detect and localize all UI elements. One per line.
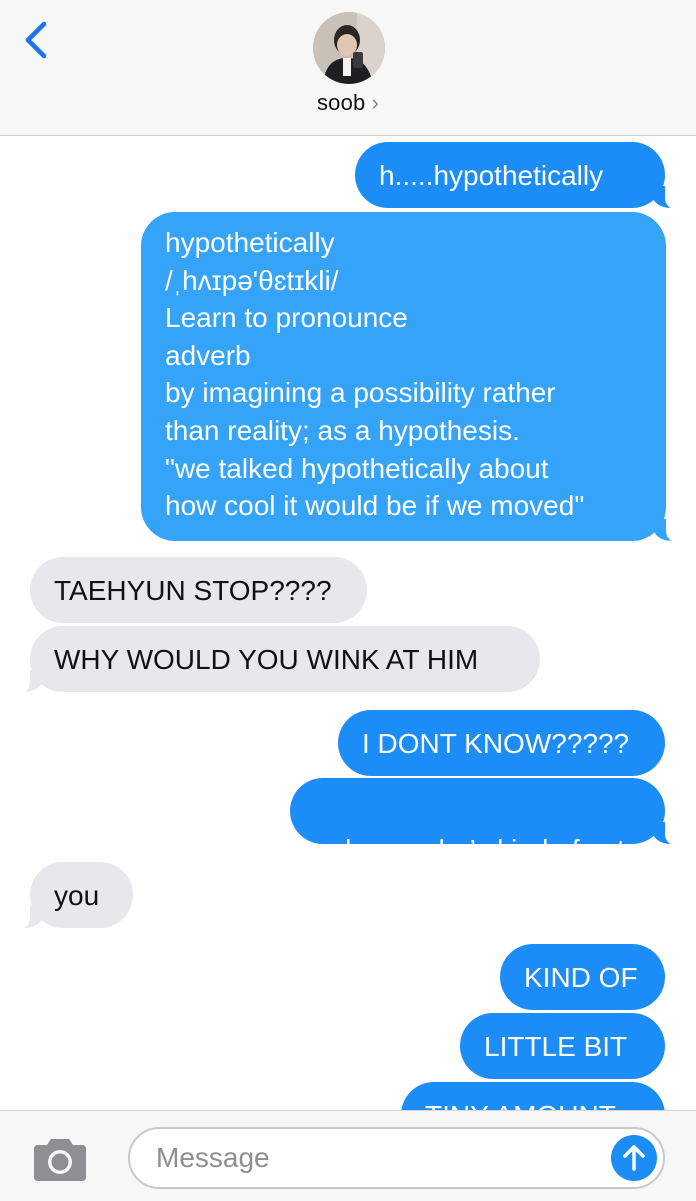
message-line: how cool it would be if we moved" — [165, 490, 585, 522]
sent-message[interactable]: LITTLE BIT — [460, 1013, 665, 1079]
message-input[interactable]: Message — [128, 1127, 665, 1189]
chevron-right-icon: › — [371, 90, 380, 115]
message-thread[interactable]: h.....hypothetically hypothetically /ˌhʌ… — [0, 136, 696, 1110]
message-text: KIND OF — [524, 962, 638, 993]
sent-message[interactable]: hypothetically /ˌhʌɪpə'θɛtɪkli/ Learn to… — [141, 212, 692, 543]
sent-message[interactable]: he . he’s kind of cute — [290, 778, 691, 865]
received-message[interactable]: you — [4, 862, 133, 930]
message-placeholder: Message — [156, 1142, 270, 1173]
received-message[interactable]: WHY WOULD YOU WINK AT HIM — [4, 626, 540, 694]
message-line: /ˌhʌɪpə'θɛtɪkli/ — [165, 264, 339, 296]
contact-name-button[interactable]: soob › — [0, 90, 696, 116]
sent-message[interactable]: TINY AMOUNT — [401, 1082, 665, 1110]
message-line: hypothetically — [165, 227, 335, 258]
avatar[interactable] — [313, 12, 385, 84]
send-button[interactable] — [611, 1135, 657, 1181]
sent-message[interactable]: h.....hypothetically — [355, 142, 691, 210]
arrow-up-icon — [623, 1145, 645, 1171]
message-text: WHY WOULD YOU WINK AT HIM — [54, 644, 479, 675]
message-line: Learn to pronounce — [165, 302, 408, 334]
message-line: "we talked hypothetically about — [165, 452, 549, 484]
camera-icon[interactable] — [30, 1137, 90, 1183]
conversation-header: soob › — [0, 0, 696, 136]
sent-message[interactable]: I DONT KNOW????? — [338, 710, 665, 776]
message-line: than reality; as a hypothesis. — [165, 414, 520, 446]
message-text: TAEHYUN STOP???? — [54, 575, 332, 606]
message-text: I DONT KNOW????? — [362, 728, 630, 759]
message-composer: Message — [0, 1110, 696, 1201]
message-text: LITTLE BIT — [484, 1031, 628, 1062]
message-line: adverb — [165, 339, 251, 371]
message-text: he . he’s kind of cute — [345, 833, 641, 865]
contact-name: soob — [316, 90, 366, 115]
received-message[interactable]: TAEHYUN STOP???? — [30, 557, 367, 623]
message-text: TINY AMOUNT — [425, 1100, 616, 1110]
sent-message[interactable]: KIND OF — [500, 944, 665, 1010]
message-line: by imagining a possibility rather — [165, 377, 556, 409]
message-text: h.....hypothetically — [379, 160, 604, 191]
message-text: you — [54, 880, 100, 911]
chevron-left-icon[interactable] — [22, 20, 52, 60]
